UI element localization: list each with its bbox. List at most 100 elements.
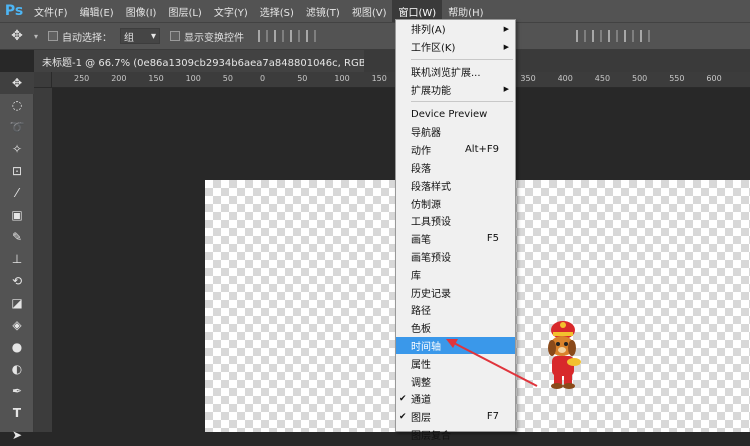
checkmark-icon: ✔ — [399, 411, 407, 422]
ruler-corner — [34, 72, 52, 88]
window-menu-item[interactable]: 属性 — [396, 354, 515, 372]
crop-tool-icon[interactable]: ⊡ — [0, 160, 34, 182]
distribute-icon[interactable] — [640, 30, 651, 42]
document-tab[interactable]: 未标题-1 @ 66.7% (0e86a1309cb2934b6aea7a848… — [34, 50, 364, 72]
clone-stamp-icon[interactable]: ⊥ — [0, 248, 34, 270]
history-brush-icon[interactable]: ⟲ — [0, 270, 34, 292]
shortcut-label: F5 — [486, 233, 499, 245]
pen-tool-icon[interactable]: ✒ — [0, 380, 34, 402]
blur-tool-icon[interactable]: ● — [0, 336, 34, 358]
window-menu-item-label: 排列(A) — [411, 25, 446, 37]
window-menu-item[interactable]: 时间轴 — [396, 336, 515, 355]
window-menu-item-label: 通道 — [411, 395, 431, 407]
menu-item-5[interactable]: 选择(S) — [254, 0, 300, 22]
distribute-buttons — [576, 30, 651, 42]
auto-select-checkbox[interactable] — [48, 31, 59, 41]
window-menu-item[interactable]: 扩展功能 ▶ — [396, 80, 515, 98]
window-menu-item[interactable]: 段落 — [396, 159, 515, 177]
window-menu-item[interactable]: 排列(A) ▶ — [396, 20, 515, 38]
window-menu-item[interactable]: 画笔 F5 — [396, 230, 515, 248]
align-top-icon[interactable] — [258, 30, 269, 42]
window-menu-item[interactable]: 图层复合 — [396, 426, 515, 444]
eraser-icon[interactable]: ◪ — [0, 292, 34, 314]
menu-item-7[interactable]: 视图(V) — [346, 0, 393, 22]
healing-brush-icon[interactable]: ▣ — [0, 204, 34, 226]
window-menu-item-label: 色板 — [411, 324, 431, 336]
dog-mascot-image — [548, 321, 581, 389]
window-menu-item[interactable]: Device Preview — [396, 105, 515, 123]
menu-item-2[interactable]: 图像(I) — [120, 0, 163, 22]
window-menu-item[interactable]: ✔ 图层 F7 — [396, 408, 515, 426]
distribute-icon[interactable] — [576, 30, 587, 42]
marquee-tool-icon[interactable]: ◌ — [0, 94, 34, 116]
window-menu-item[interactable]: 调整 — [396, 372, 515, 390]
window-menu-item-label: 导航器 — [411, 128, 441, 140]
type-tool-icon[interactable]: T — [0, 402, 34, 424]
chevron-down-icon: ▾ — [150, 30, 157, 42]
window-menu-item[interactable]: 画笔预设 — [396, 248, 515, 266]
dodge-tool-icon[interactable]: ◐ — [0, 358, 34, 380]
document-tab-bar: 未标题-1 @ 66.7% (0e86a1309cb2934b6aea7a848… — [34, 50, 750, 72]
ruler-tick-label: 350 — [520, 74, 536, 83]
window-menu-item-label: 联机浏览扩展... — [411, 67, 481, 79]
ruler-tick-label: 100 — [185, 74, 201, 83]
ruler-tick-label: 500 — [632, 74, 648, 83]
magic-wand-icon[interactable]: ✧ — [0, 138, 34, 160]
window-menu-item[interactable]: ✔ 通道 — [396, 390, 515, 408]
path-selection-icon[interactable]: ➤ — [0, 424, 34, 446]
menu-item-6[interactable]: 滤镜(T) — [300, 0, 346, 22]
window-menu-item-label: 工作区(K) — [411, 43, 456, 55]
window-menu-item-label: 扩展功能 — [411, 85, 451, 97]
move-tool-icon[interactable]: ✥ — [0, 22, 34, 50]
window-menu-item[interactable]: 联机浏览扩展... — [396, 63, 515, 81]
document-tab-title: 未标题-1 @ 66.7% (0e86a1309cb2934b6aea7a848… — [42, 57, 364, 69]
window-menu-item[interactable]: 动作 Alt+F9 — [396, 141, 515, 159]
window-menu-item[interactable]: 历史记录 — [396, 283, 515, 301]
window-menu-item[interactable]: 色板 — [396, 319, 515, 337]
menu-separator — [411, 101, 513, 103]
distribute-icon[interactable] — [608, 30, 619, 42]
window-menu-item[interactable]: 仿制源 — [396, 194, 515, 212]
ruler-tick-label: 150 — [371, 74, 387, 83]
window-menu-item[interactable]: 工具预设 — [396, 212, 515, 230]
align-left-icon[interactable] — [306, 30, 317, 42]
brush-tool-icon[interactable]: ✎ — [0, 226, 34, 248]
align-bottom-icon[interactable] — [290, 30, 301, 42]
submenu-arrow-icon: ▶ — [503, 24, 509, 33]
paint-bucket-icon[interactable]: ◈ — [0, 314, 34, 336]
window-menu-item-label: 时间轴 — [411, 341, 441, 353]
window-menu-item-label: Device Preview — [411, 108, 488, 120]
window-menu-item-label: 路径 — [411, 306, 431, 318]
distribute-icon[interactable] — [592, 30, 603, 42]
eyedropper-icon[interactable]: ⁄ — [0, 182, 34, 204]
window-menu-item[interactable]: 工作区(K) ▶ — [396, 38, 515, 56]
window-menu-item-label: 图层 — [411, 413, 431, 425]
menu-item-0[interactable]: 文件(F) — [28, 0, 74, 22]
chevron-down-icon[interactable]: ▾ — [34, 32, 38, 41]
ruler-tick-label: 200 — [111, 74, 127, 83]
window-menu-dropdown: 排列(A) ▶ 工作区(K) ▶ 联机浏览扩展... 扩展功能 ▶ Device Previe… — [395, 19, 516, 442]
ruler-tick-label: 100 — [334, 74, 350, 83]
window-menu-item[interactable]: 库 — [396, 265, 515, 283]
menu-item-3[interactable]: 图层(L) — [162, 0, 207, 22]
distribute-icon[interactable] — [624, 30, 635, 42]
window-menu-item-label: 历史记录 — [411, 288, 451, 300]
ruler-tick-label: 50 — [222, 74, 233, 83]
auto-select-dropdown[interactable]: 组 ▾ — [120, 28, 161, 44]
move-tool-icon[interactable]: ✥ — [0, 72, 34, 94]
window-menu-item-label: 动作 — [411, 146, 431, 158]
menu-item-1[interactable]: 编辑(E) — [74, 0, 120, 22]
window-menu-item[interactable]: 路径 — [396, 301, 515, 319]
shortcut-label: Alt+F9 — [464, 144, 499, 156]
show-transform-checkbox[interactable] — [170, 31, 181, 41]
tools-panel: ✥ ◌ ➰ ✧ ⊡ ⁄ ▣ ✎ ⊥ ⟲ ◪ ◈ ● ◐ ✒ T ➤ — [0, 72, 34, 442]
window-menu-item[interactable]: 段落样式 — [396, 176, 515, 194]
lasso-tool-icon[interactable]: ➰ — [0, 116, 34, 138]
window-menu-item-label: 仿制源 — [411, 199, 441, 211]
menu-bar: Ps 文件(F) 编辑(E) 图像(I) 图层(L) 文字(Y) 选择(S) 滤镜(T) 视图… — [0, 0, 750, 22]
align-vcenter-icon[interactable] — [274, 30, 285, 42]
window-menu-item-label: 工具预设 — [411, 217, 451, 229]
window-menu-item[interactable]: 导航器 — [396, 123, 515, 141]
ruler-tick-label: 550 — [669, 74, 685, 83]
menu-item-4[interactable]: 文字(Y) — [208, 0, 254, 22]
